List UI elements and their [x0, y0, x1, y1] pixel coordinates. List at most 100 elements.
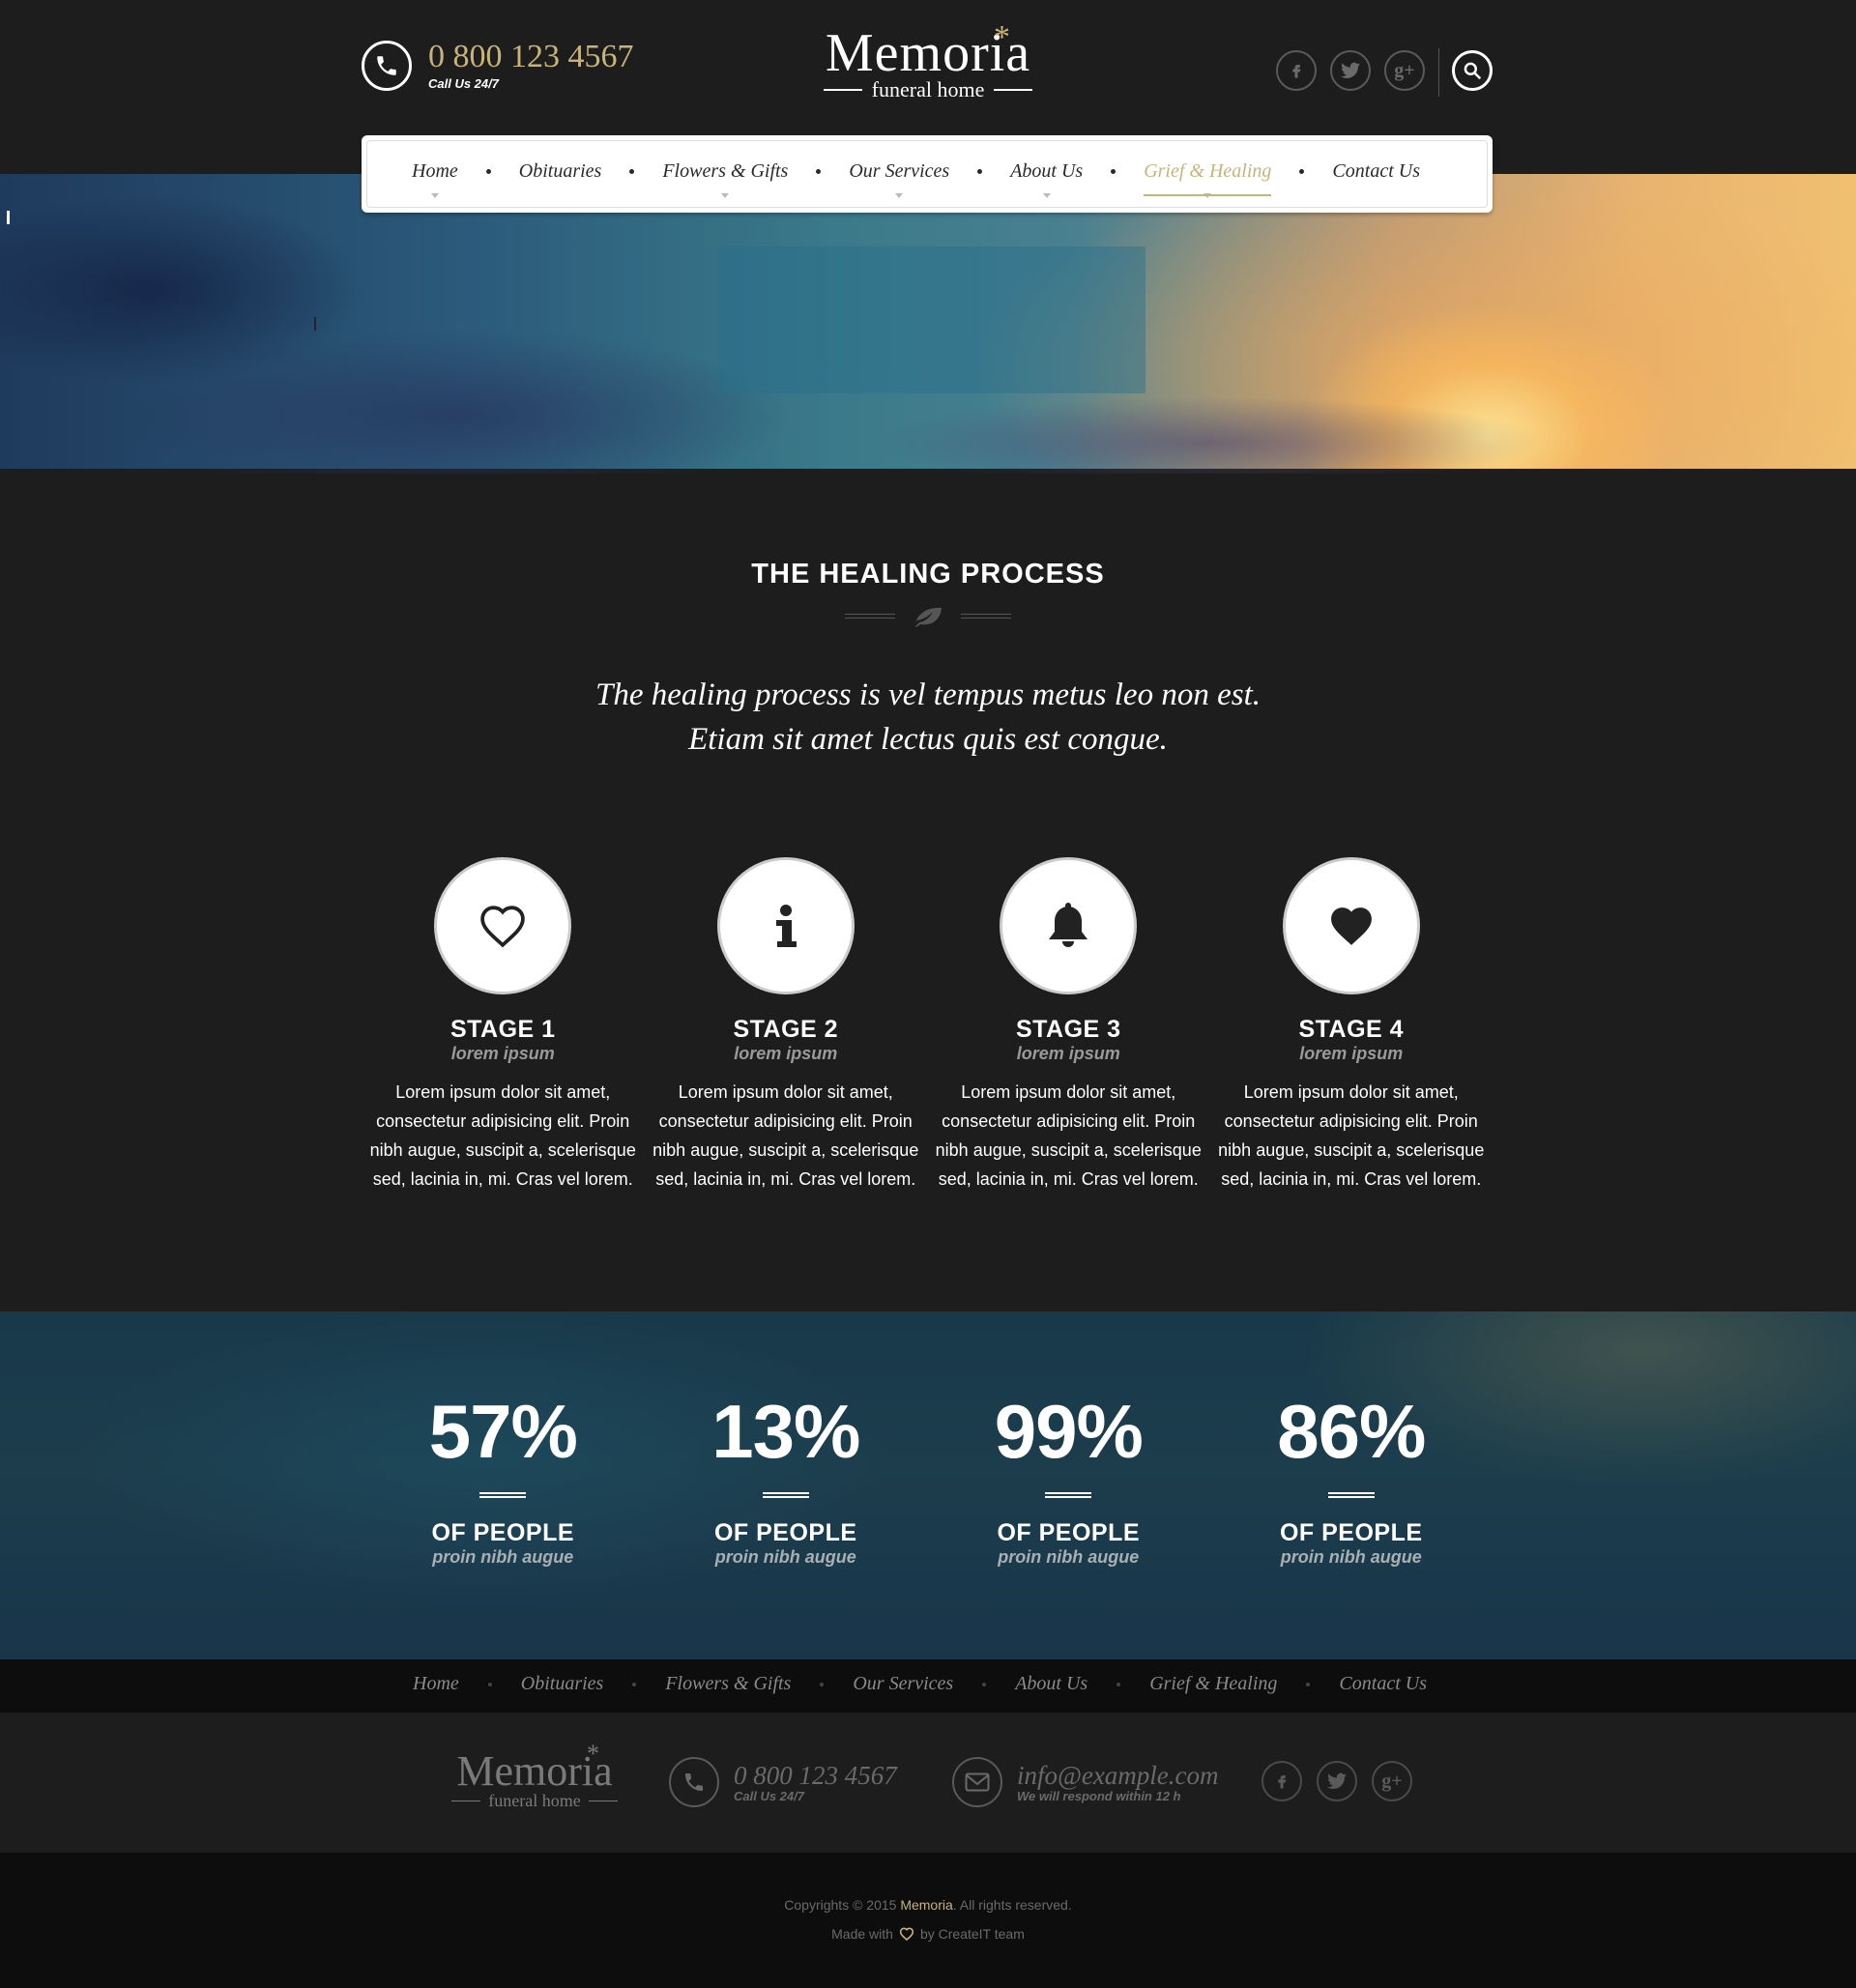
stat-sublabel: proin nibh augue — [432, 1547, 574, 1567]
stat-label: OF PEOPLE — [431, 1519, 575, 1546]
facebook-icon[interactable] — [1262, 1761, 1302, 1801]
chevron-down-icon — [721, 193, 730, 198]
footer-email-sub: We will respond within 12 h — [1017, 1788, 1181, 1803]
stat-item: 99% OF PEOPLE proin nibh augue — [927, 1388, 1210, 1568]
stage-card: STAGE 1 lorem ipsum Lorem ipsum dolor si… — [362, 857, 645, 1194]
nav-item-flowers-gifts[interactable]: Flowers & Gifts — [662, 160, 788, 198]
site-logo[interactable]: Memoria * funeral home — [816, 19, 1040, 102]
stage-text: Lorem ipsum dolor sit amet, consectetur … — [935, 1082, 1202, 1189]
twitter-icon[interactable] — [1317, 1761, 1357, 1801]
hero-overlay — [718, 246, 1146, 393]
stage-card: STAGE 4 lorem ipsum Lorem ipsum dolor si… — [1210, 857, 1494, 1194]
stat-label: OF PEOPLE — [713, 1519, 857, 1546]
google-plus-icon[interactable]: g+ — [1384, 50, 1425, 91]
nav-item-about-us[interactable]: About Us — [1010, 160, 1083, 198]
header-social: g+ — [1276, 50, 1425, 91]
stage-card: STAGE 3 lorem ipsum Lorem ipsum dolor si… — [927, 857, 1210, 1194]
footer-nav-flowers-gifts[interactable]: Flowers & Gifts — [665, 1673, 791, 1695]
header-phone-sub: Call Us 24/7 — [428, 76, 499, 91]
heart-outline-icon — [899, 1927, 914, 1941]
stage-subtitle: lorem ipsum — [734, 1044, 838, 1063]
stat-sublabel: proin nibh augue — [998, 1547, 1140, 1567]
footer-info: Memoria * funeral home 0 800 123 4567 Ca… — [0, 1713, 1856, 1853]
header-phone-number: 0 800 123 4567 — [428, 39, 634, 74]
stage-title: STAGE 2 — [733, 1016, 839, 1043]
nav-item-grief-healing[interactable]: Grief & Healing — [1144, 160, 1272, 198]
stat-sublabel: proin nibh augue — [1280, 1547, 1422, 1567]
title-divider — [845, 603, 1011, 630]
main-navigation: Home Obituaries Flowers & Gifts Our Serv… — [362, 135, 1493, 213]
footer-nav-contact-us[interactable]: Contact Us — [1339, 1673, 1427, 1695]
chevron-down-icon — [430, 193, 439, 198]
leaf-icon — [914, 607, 942, 627]
logo-asterisk-icon: * — [587, 1740, 599, 1768]
stat-item: 86% OF PEOPLE proin nibh augue — [1210, 1388, 1494, 1568]
chevron-down-icon — [1042, 193, 1051, 198]
chevron-down-icon — [895, 193, 904, 198]
heart-outline-icon — [434, 857, 572, 994]
stage-text: Lorem ipsum dolor sit amet, consectetur … — [652, 1082, 919, 1189]
search-button[interactable] — [1452, 50, 1493, 91]
stage-title: STAGE 1 — [450, 1016, 556, 1043]
footer-email-address: info@example.com — [1017, 1760, 1219, 1790]
envelope-icon — [952, 1757, 1002, 1807]
info-icon — [716, 857, 855, 994]
footer-phone[interactable]: 0 800 123 4567 Call Us 24/7 — [669, 1757, 897, 1807]
footer-phone-number: 0 800 123 4567 — [734, 1760, 897, 1790]
footer-social: g+ — [1262, 1761, 1412, 1801]
phone-icon — [362, 40, 412, 91]
footer-logo-tagline: funeral home — [488, 1791, 581, 1810]
made-with-text: Made with by CreateIT team — [831, 1926, 1025, 1942]
stats-section: 57% OF PEOPLE proin nibh augue 13% OF PE… — [0, 1311, 1856, 1659]
footer-nav-grief-healing[interactable]: Grief & Healing — [1149, 1673, 1277, 1695]
footer-phone-sub: Call Us 24/7 — [734, 1788, 804, 1803]
footer-nav-about-us[interactable]: About Us — [1015, 1673, 1088, 1695]
nav-item-obituaries[interactable]: Obituaries — [519, 160, 602, 183]
healing-quote: The healing process is vel tempus metus … — [0, 673, 1856, 762]
stat-sublabel: proin nibh augue — [714, 1547, 856, 1567]
facebook-icon[interactable] — [1276, 50, 1317, 91]
copyright-text: Copyrights © 2015 Memoria. All rights re… — [784, 1897, 1072, 1913]
footer-navigation: Home Obituaries Flowers & Gifts Our Serv… — [0, 1659, 1856, 1713]
stat-label: OF PEOPLE — [997, 1519, 1141, 1546]
quote-line-2: Etiam sit amet lectus quis est congue. — [688, 722, 1168, 757]
stat-item: 57% OF PEOPLE proin nibh augue — [362, 1388, 645, 1568]
section-title: THE HEALING PROCESS — [751, 559, 1105, 590]
nav-item-contact-us[interactable]: Contact Us — [1332, 160, 1420, 183]
stat-label: OF PEOPLE — [1279, 1519, 1423, 1546]
stage-subtitle: lorem ipsum — [1299, 1044, 1404, 1063]
stages-row: STAGE 1 lorem ipsum Lorem ipsum dolor si… — [362, 857, 1493, 1194]
twitter-icon[interactable] — [1330, 50, 1371, 91]
stat-rule — [762, 1492, 809, 1498]
stat-value: 99% — [994, 1389, 1144, 1474]
nav-item-our-services[interactable]: Our Services — [849, 160, 949, 198]
footer-nav-home[interactable]: Home — [413, 1673, 459, 1695]
bell-icon — [1000, 857, 1138, 994]
quote-line-1: The healing process is vel tempus metus … — [594, 677, 1261, 712]
hero-banner — [0, 174, 1856, 474]
stage-card: STAGE 2 lorem ipsum Lorem ipsum dolor si… — [645, 857, 928, 1194]
header-divider — [1438, 48, 1439, 97]
chevron-down-icon — [1204, 193, 1212, 198]
stat-item: 13% OF PEOPLE proin nibh augue — [645, 1388, 928, 1568]
footer-email[interactable]: info@example.com We will respond within … — [952, 1757, 1219, 1807]
header-phone[interactable]: 0 800 123 4567 Call Us 24/7 — [362, 40, 634, 91]
copyright-bar: Copyrights © 2015 Memoria. All rights re… — [0, 1853, 1856, 1988]
stage-text: Lorem ipsum dolor sit amet, consectetur … — [369, 1082, 636, 1189]
nav-item-home[interactable]: Home — [412, 160, 458, 198]
footer-logo[interactable]: Memoria * funeral home — [445, 1740, 624, 1811]
phone-icon — [669, 1757, 719, 1807]
footer-nav-our-services[interactable]: Our Services — [853, 1673, 953, 1695]
stat-value: 86% — [1277, 1389, 1426, 1474]
stat-rule — [1327, 1492, 1375, 1498]
stage-text: Lorem ipsum dolor sit amet, consectetur … — [1218, 1082, 1485, 1189]
stat-value: 13% — [711, 1389, 860, 1474]
logo-asterisk-icon: * — [994, 19, 1010, 55]
stat-rule — [479, 1492, 527, 1498]
logo-rule — [994, 89, 1033, 91]
google-plus-icon[interactable]: g+ — [1372, 1761, 1412, 1801]
stage-title: STAGE 4 — [1298, 1016, 1405, 1043]
footer-nav-obituaries[interactable]: Obituaries — [521, 1673, 604, 1695]
copyright-brand-link[interactable]: Memoria — [900, 1897, 952, 1913]
search-icon — [1464, 62, 1481, 79]
